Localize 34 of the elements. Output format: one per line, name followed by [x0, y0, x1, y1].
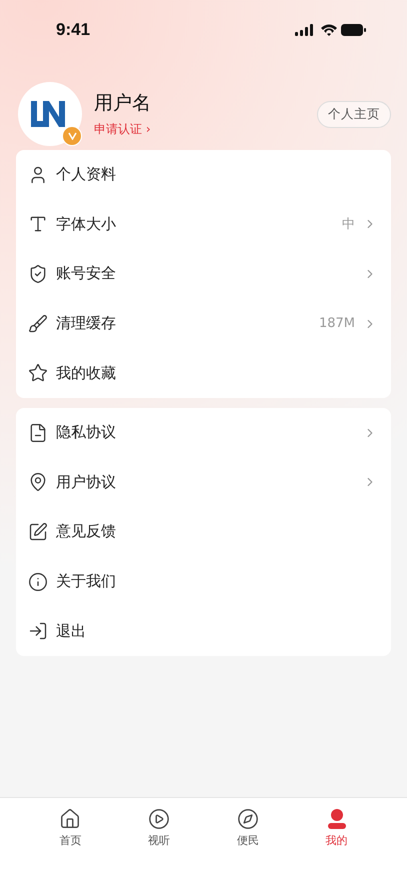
menu-item[interactable]: 关于我们: [56, 572, 377, 592]
compass-icon: [236, 808, 259, 830]
menu-item[interactable]: 个人资料: [56, 165, 377, 184]
menu-item[interactable]: 我的收藏: [56, 364, 377, 383]
person-icon: [326, 808, 348, 830]
tab-label[interactable]: 首页: [59, 833, 82, 848]
home-icon: [59, 808, 82, 830]
status-time: 9:41: [56, 20, 90, 40]
menu-item[interactable]: 用户协议: [56, 472, 355, 492]
tab-label[interactable]: 便民: [236, 833, 259, 848]
verify-link[interactable]: 申请认证 ›: [94, 121, 305, 138]
menu-item[interactable]: 隐私协议: [56, 423, 355, 442]
exit-icon: [28, 621, 48, 642]
info-icon: [28, 572, 48, 592]
text-size-icon: [28, 214, 48, 234]
username: 用户名: [94, 91, 152, 116]
menu-value: 187M: [318, 316, 355, 332]
edit-icon: [28, 522, 48, 542]
menu-item[interactable]: 退出: [56, 622, 377, 641]
homepage-button[interactable]: 个人主页: [317, 100, 391, 128]
menu-item[interactable]: 字体大小: [56, 214, 334, 234]
menu-item[interactable]: 清理缓存: [56, 314, 311, 334]
status-indicators-icon: [295, 23, 367, 37]
shield-check-icon: [28, 264, 48, 284]
menu-item[interactable]: 意见反馈: [56, 522, 377, 542]
brush-icon: [28, 314, 48, 334]
tab-label[interactable]: 我的: [326, 833, 348, 848]
pin-icon: [28, 472, 48, 492]
tab-label[interactable]: 视听: [148, 833, 170, 848]
menu-value: 中: [342, 216, 355, 234]
menu-item[interactable]: 账号安全: [56, 264, 355, 284]
star-icon: [28, 363, 48, 384]
document-icon: [28, 422, 48, 443]
play-icon: [148, 808, 170, 830]
